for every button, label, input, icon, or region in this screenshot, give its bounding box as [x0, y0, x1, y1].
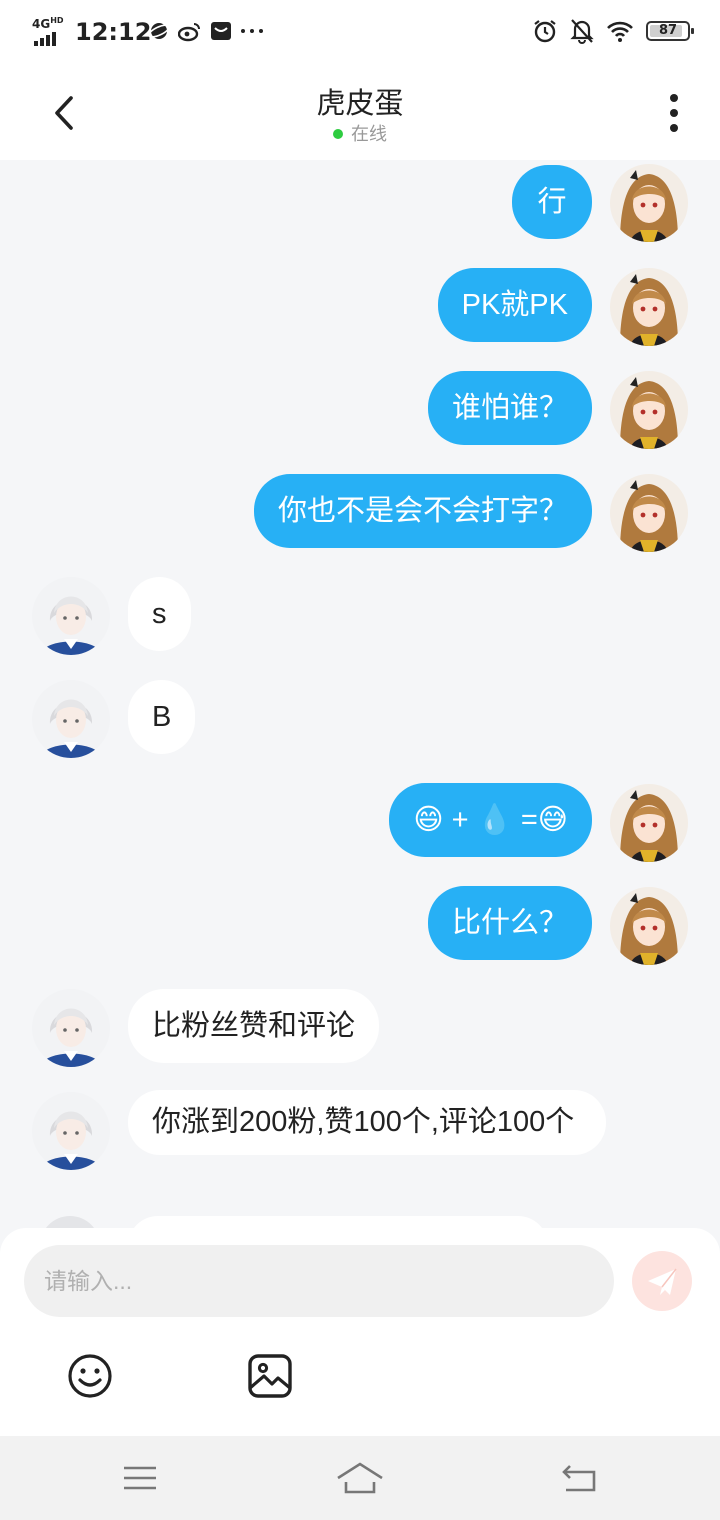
back-nav-button[interactable]	[556, 1454, 604, 1502]
more-options-button[interactable]	[658, 92, 690, 134]
menu-button[interactable]	[116, 1454, 164, 1502]
image-icon	[248, 1354, 292, 1398]
back-icon	[562, 1465, 596, 1492]
mute-bell-icon	[570, 19, 594, 44]
message-bubble-sent[interactable]: 😄 + 💧 =😅	[389, 783, 592, 857]
wifi-icon	[607, 21, 633, 42]
message-bubble-sent[interactable]: 谁怕谁？	[427, 371, 592, 445]
battery-icon: 87	[646, 21, 694, 41]
message-row: 你涨到200粉,赞100个,评论100个	[0, 1090, 720, 1194]
clock: 12:12	[75, 18, 152, 46]
contact-avatar[interactable]	[32, 989, 110, 1067]
presence-status: 在线	[0, 120, 720, 146]
message-bubble-received[interactable]: s	[128, 577, 191, 651]
message-bubble-sent[interactable]: PK就PK	[437, 268, 592, 342]
message-row: 你也不是会不会打字？	[0, 470, 720, 556]
message-list[interactable]: 行 PK就PK 谁怕谁？ 你也不是会不会打字？ s B 😄 + 💧 =😅 比什么…	[0, 160, 720, 1228]
mail-icon	[211, 22, 231, 40]
emoji-button[interactable]	[66, 1352, 114, 1400]
contact-avatar[interactable]	[32, 1092, 110, 1170]
emoji-icon	[68, 1354, 112, 1398]
my-avatar[interactable]	[610, 371, 688, 449]
send-icon	[648, 1268, 677, 1295]
message-bubble-received[interactable]: B	[128, 680, 196, 754]
message-row: 比什么？	[0, 883, 720, 969]
planet-icon	[148, 23, 170, 39]
message-row-partial	[0, 1216, 720, 1228]
my-avatar[interactable]	[610, 784, 688, 862]
message-bubble-sent[interactable]: 你也不是会不会打字？	[253, 474, 592, 548]
message-bubble-received	[128, 1216, 548, 1228]
message-bubble-received[interactable]: 你涨到200粉,赞100个,评论100个	[128, 1090, 606, 1155]
message-row: s	[0, 573, 720, 659]
more-dots-icon	[241, 29, 263, 33]
message-row: 😄 + 💧 =😅	[0, 780, 720, 866]
home-button[interactable]	[336, 1454, 384, 1502]
message-bubble-sent[interactable]: 行	[512, 165, 592, 239]
alarm-icon	[534, 20, 556, 43]
message-bubble-sent[interactable]: 比什么？	[427, 886, 592, 960]
composer	[0, 1228, 720, 1436]
message-row: 行	[0, 160, 720, 246]
message-row: 谁怕谁？	[0, 367, 720, 453]
contact-avatar	[40, 1216, 100, 1228]
image-button[interactable]	[246, 1352, 294, 1400]
home-icon	[337, 1462, 383, 1494]
message-input[interactable]	[24, 1245, 614, 1317]
my-avatar[interactable]	[610, 887, 688, 965]
menu-icon	[124, 1466, 156, 1490]
contact-name: 虎皮蛋	[316, 88, 404, 120]
message-row: PK就PK	[0, 264, 720, 350]
status-bar: 4GHD 12:12 87	[0, 0, 720, 64]
signal-indicator: 4GHD	[30, 16, 70, 46]
message-bubble-received[interactable]: 比粉丝赞和评论	[128, 989, 380, 1063]
chat-header: 虎皮蛋 在线	[0, 64, 720, 160]
my-avatar[interactable]	[610, 474, 688, 552]
message-row: B	[0, 676, 720, 762]
send-button[interactable]	[632, 1251, 692, 1311]
my-avatar[interactable]	[610, 164, 688, 242]
vertical-dots-icon	[670, 94, 678, 132]
system-nav-bar	[0, 1436, 720, 1520]
my-avatar[interactable]	[610, 268, 688, 346]
contact-avatar[interactable]	[32, 577, 110, 655]
weibo-icon	[178, 23, 200, 42]
online-dot-icon	[333, 129, 343, 139]
message-row: 比粉丝赞和评论	[0, 987, 720, 1073]
contact-avatar[interactable]	[32, 680, 110, 758]
